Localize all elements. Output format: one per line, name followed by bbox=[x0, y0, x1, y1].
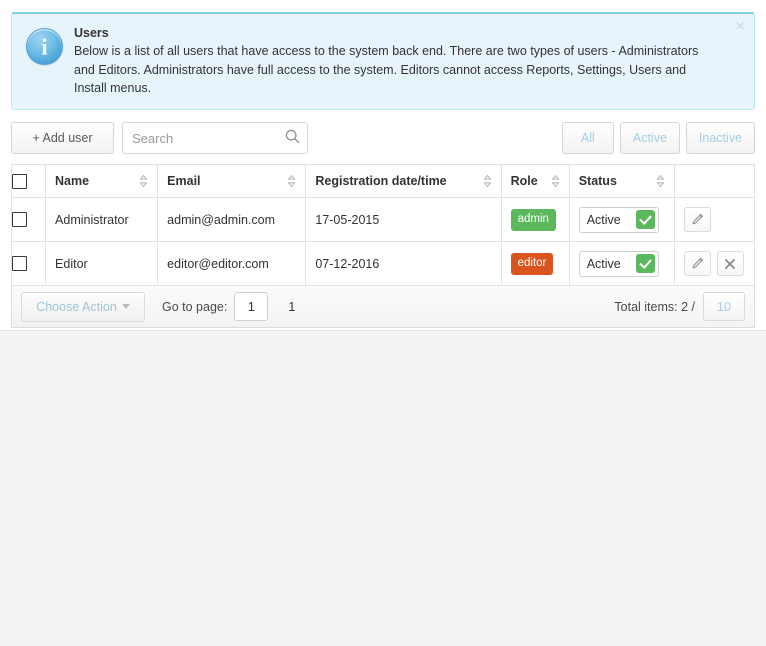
page-background bbox=[0, 330, 766, 646]
column-header-role[interactable]: Role bbox=[500, 164, 570, 199]
status-label: Active bbox=[586, 212, 621, 227]
cell-actions bbox=[673, 197, 756, 243]
filter-button-group: All Active Inactive bbox=[561, 122, 755, 155]
close-x-icon bbox=[725, 258, 736, 269]
sort-icon[interactable] bbox=[287, 175, 296, 188]
cell-status: Active bbox=[568, 241, 675, 287]
total-items-label: Total items: 2 / bbox=[614, 299, 695, 314]
delete-button[interactable] bbox=[716, 251, 744, 277]
table-footer: Choose Action Go to page: 1 Total items:… bbox=[11, 286, 755, 329]
column-header-status[interactable]: Status bbox=[568, 164, 675, 199]
page-number-link[interactable]: 1 bbox=[288, 300, 295, 314]
role-badge: admin bbox=[510, 208, 556, 232]
column-header-email[interactable]: Email bbox=[157, 164, 307, 199]
content-panel: Users Below is a list of all users that … bbox=[0, 0, 766, 329]
search-field bbox=[122, 122, 308, 155]
chevron-down-icon bbox=[121, 304, 130, 310]
alert-body: Below is a list of all users that have a… bbox=[74, 44, 699, 95]
filter-inactive-button[interactable]: Inactive bbox=[685, 122, 755, 155]
column-header-actions bbox=[673, 164, 756, 199]
row-checkbox[interactable] bbox=[12, 212, 27, 228]
column-header-registration[interactable]: Registration date/time bbox=[305, 164, 502, 199]
goto-page-input[interactable] bbox=[234, 292, 269, 322]
cell-email: editor@editor.com bbox=[157, 241, 307, 287]
cell-role: admin bbox=[500, 197, 570, 243]
users-page: Users Below is a list of all users that … bbox=[0, 0, 766, 646]
status-toggle[interactable]: Active bbox=[578, 206, 659, 233]
goto-page-label: Go to page: bbox=[162, 299, 228, 314]
per-page-selector[interactable]: 10 bbox=[703, 292, 745, 322]
column-label-role: Role bbox=[510, 174, 538, 189]
edit-button[interactable] bbox=[683, 251, 711, 277]
sort-icon[interactable] bbox=[656, 175, 665, 188]
cell-name: Editor bbox=[45, 241, 159, 287]
search-input[interactable] bbox=[122, 122, 308, 155]
table-row: Administrator admin@admin.com 17-05-2015… bbox=[10, 197, 756, 243]
cell-registration: 07-12-2016 bbox=[305, 241, 502, 287]
row-checkbox[interactable] bbox=[12, 256, 27, 272]
cell-name: Administrator bbox=[45, 197, 159, 243]
choose-action-label: Choose Action bbox=[36, 299, 117, 314]
column-label-name: Name bbox=[55, 174, 90, 189]
close-icon[interactable]: × bbox=[736, 19, 745, 35]
users-table: Name Email Registration date/time Role S… bbox=[10, 164, 756, 287]
select-all-checkbox[interactable] bbox=[12, 173, 27, 189]
users-table-wrapper: Name Email Registration date/time Role S… bbox=[10, 164, 756, 329]
column-header-name[interactable]: Name bbox=[45, 164, 159, 199]
cell-registration: 17-05-2015 bbox=[305, 197, 502, 243]
status-label: Active bbox=[586, 256, 621, 271]
table-row: Editor editor@editor.com 07-12-2016 edit… bbox=[10, 241, 756, 287]
info-alert: Users Below is a list of all users that … bbox=[11, 12, 755, 111]
sort-icon[interactable] bbox=[551, 175, 560, 188]
pencil-icon bbox=[692, 214, 703, 225]
sort-icon[interactable] bbox=[139, 175, 148, 188]
column-label-status: Status bbox=[578, 174, 617, 189]
role-badge: editor bbox=[510, 252, 554, 276]
select-all-header bbox=[10, 164, 47, 199]
info-circle-icon bbox=[26, 28, 63, 65]
cell-actions bbox=[673, 241, 756, 287]
sort-icon[interactable] bbox=[483, 175, 492, 188]
pencil-icon bbox=[692, 258, 703, 269]
filter-all-button[interactable]: All bbox=[561, 122, 614, 155]
cell-role: editor bbox=[500, 241, 570, 287]
row-actions bbox=[683, 207, 745, 233]
check-icon bbox=[635, 210, 655, 230]
check-icon bbox=[635, 254, 655, 274]
alert-title: Users bbox=[74, 26, 109, 40]
cell-email: admin@admin.com bbox=[157, 197, 307, 243]
column-label-registration: Registration date/time bbox=[315, 174, 447, 189]
column-label-email: Email bbox=[167, 174, 201, 189]
cell-status: Active bbox=[568, 197, 675, 243]
row-actions bbox=[683, 251, 745, 277]
table-header: Name Email Registration date/time Role S… bbox=[10, 164, 756, 199]
table-body: Administrator admin@admin.com 17-05-2015… bbox=[10, 197, 756, 287]
filter-active-button[interactable]: Active bbox=[619, 122, 680, 155]
status-toggle[interactable]: Active bbox=[578, 250, 659, 277]
edit-button[interactable] bbox=[683, 207, 711, 233]
table-header-row: Name Email Registration date/time Role S… bbox=[10, 164, 756, 199]
toolbar: + Add user All Active Inactive bbox=[11, 122, 755, 155]
row-select-cell bbox=[10, 241, 47, 287]
row-select-cell bbox=[10, 197, 47, 243]
add-user-button[interactable]: + Add user bbox=[11, 122, 114, 155]
choose-action-dropdown[interactable]: Choose Action bbox=[21, 291, 145, 322]
